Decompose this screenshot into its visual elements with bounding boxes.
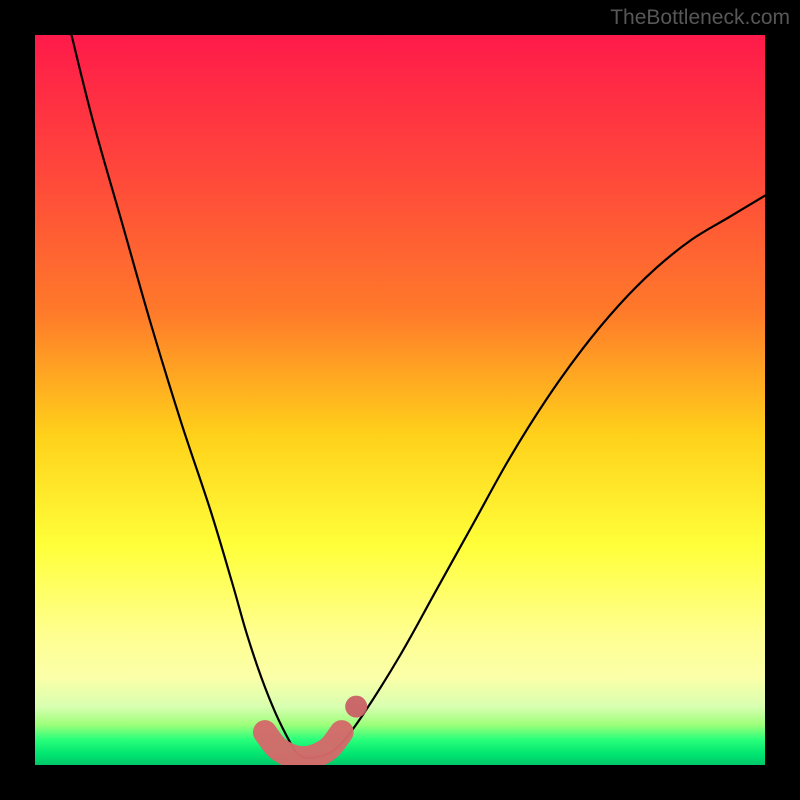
chart-outer-frame: TheBottleneck.com (0, 0, 800, 800)
plot-area (35, 35, 765, 765)
extra-marker-dot (345, 696, 367, 718)
plot-svg (35, 35, 765, 765)
watermark-text: TheBottleneck.com (610, 6, 790, 30)
